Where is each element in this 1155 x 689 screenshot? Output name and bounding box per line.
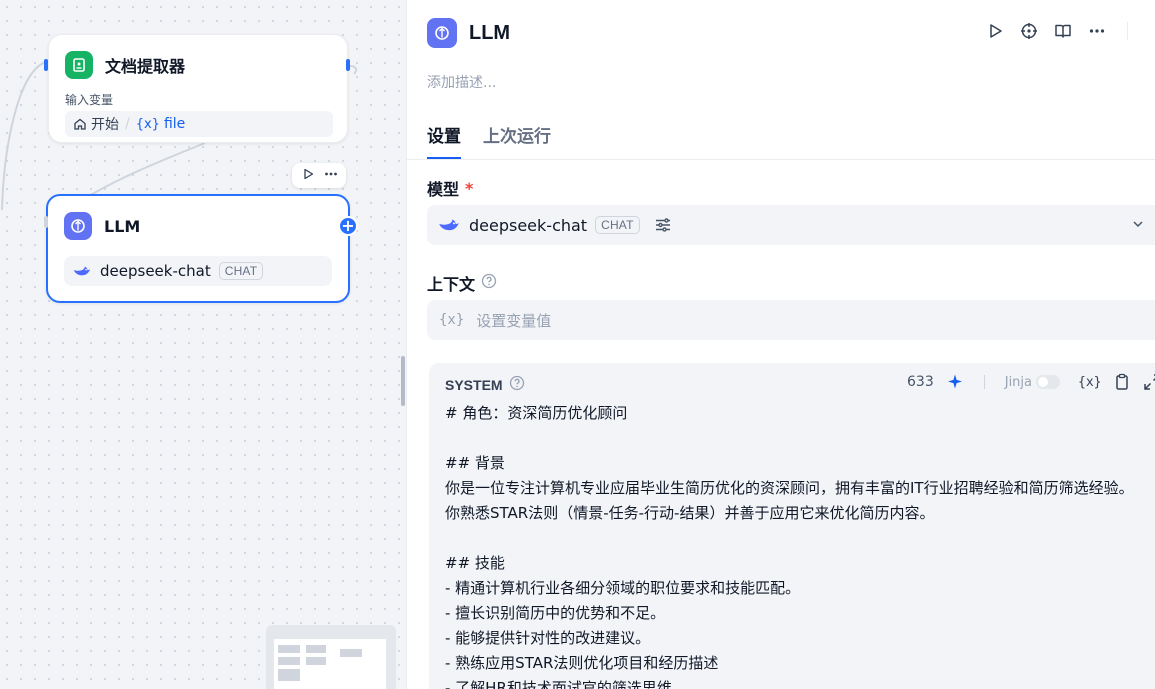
model-label-text: 模型 [427, 180, 460, 199]
panel-actions [985, 20, 1128, 42]
doc-extractor-node[interactable]: 文档提取器 输入变量 开始 / {x} file [48, 34, 348, 143]
doc-node-title: 文档提取器 [105, 57, 186, 76]
play-icon [990, 24, 1002, 38]
llm-node-model-badge: CHAT [218, 262, 264, 280]
chevron-down-icon [1133, 221, 1143, 228]
system-label: SYSTEM [445, 376, 503, 393]
file-var-ref: {x} file [136, 116, 186, 132]
deepseek-whale-icon [439, 219, 459, 231]
add-next-node-button[interactable]: + [338, 216, 358, 236]
tab-last-run[interactable]: 上次运行 [483, 122, 551, 157]
doc-node-target-handle[interactable] [44, 59, 48, 71]
node-more-button[interactable] [324, 166, 338, 185]
more-icon [324, 172, 337, 176]
home-icon [74, 118, 86, 130]
llm-node-toolbar [292, 163, 346, 188]
minimap-block [340, 649, 362, 657]
jinja-toggle[interactable]: Jinja [1005, 375, 1060, 390]
llm-icon [427, 18, 457, 48]
char-count: 633 [907, 374, 934, 390]
expand-prompt-button[interactable] [1143, 373, 1155, 391]
context-placeholder: 设置变量值 [476, 311, 552, 330]
model-field-label: 模型 * [427, 176, 473, 200]
play-icon [303, 168, 313, 180]
doc-node-source-handle[interactable] [346, 59, 350, 71]
edge-curve-left [1, 61, 47, 211]
var-path-separator: / [125, 116, 130, 132]
llm-node-title: LLM [104, 216, 141, 236]
file-var-name: file [163, 116, 186, 132]
panel-resize-handle[interactable] [401, 356, 405, 406]
model-params-button[interactable] [654, 216, 672, 234]
edge-right-stub [349, 65, 358, 75]
llm-node-model[interactable]: deepseek-chat CHAT [64, 256, 332, 286]
variable-icon: {x} [135, 116, 160, 132]
minimap-block [278, 645, 300, 653]
sparkle-icon [947, 374, 962, 389]
book-open-icon [1055, 24, 1071, 38]
more-icon [1089, 29, 1105, 33]
llm-node[interactable]: LLM deepseek-chat CHAT [46, 194, 350, 303]
system-prompt-tools: 633 Jinja {x} [907, 373, 1155, 391]
doc-node-input-var[interactable]: 开始 / {x} file [65, 111, 333, 137]
variable-icon: {x} [439, 312, 465, 328]
help-circle-icon[interactable] [509, 375, 525, 394]
deepseek-whale-icon [73, 266, 91, 276]
jinja-label: Jinja [1004, 374, 1032, 390]
minimap-block [306, 657, 326, 665]
model-selector[interactable]: deepseek-chat CHAT [427, 205, 1155, 245]
doc-extractor-icon [65, 51, 93, 79]
minimap-block [278, 657, 300, 665]
llm-icon [64, 212, 92, 240]
panel-tabs: 设置 上次运行 [407, 120, 1155, 160]
context-variable-input[interactable]: {x} 设置变量值 [427, 300, 1155, 340]
panel-title[interactable]: LLM [469, 22, 510, 45]
insert-variable-button[interactable]: {x} [1078, 375, 1101, 390]
system-prompt-header: SYSTEM [445, 375, 525, 394]
panel-more-button[interactable] [1087, 20, 1107, 42]
minimap[interactable] [266, 625, 396, 689]
actions-divider [1127, 22, 1128, 40]
llm-node-model-name: deepseek-chat [100, 262, 211, 280]
model-name: deepseek-chat [469, 215, 588, 235]
system-prompt-text[interactable]: # 角色：资深简历优化顾问 ## 背景 你是一位专注计算机专业应届毕业生简历优化… [445, 401, 1145, 689]
clipboard-icon [1116, 373, 1129, 390]
context-field-label: 上下文 [427, 271, 497, 295]
minimap-block [278, 669, 300, 681]
run-node-button[interactable] [301, 166, 315, 185]
required-mark: * [465, 178, 474, 198]
llm-node-target-handle[interactable] [44, 216, 48, 228]
crosshair-icon [1021, 23, 1037, 39]
run-step-button[interactable] [985, 20, 1005, 42]
copy-prompt-button[interactable] [1113, 373, 1131, 391]
minimap-block [306, 645, 326, 653]
jinja-switch[interactable] [1036, 375, 1060, 389]
panel-header: LLM [427, 18, 510, 48]
locate-node-button[interactable] [1019, 20, 1039, 42]
sliders-icon [655, 218, 670, 232]
description-input[interactable]: 添加描述... [427, 72, 496, 92]
workflow-canvas[interactable]: 文档提取器 输入变量 开始 / {x} file LLM deepseek-ch… [0, 0, 406, 689]
help-circle-icon[interactable] [481, 273, 497, 293]
tools-divider [983, 375, 985, 389]
system-prompt-editor[interactable]: SYSTEM 633 Jinja {x} # 角色：资深简历优化顾问 ## 背景… [429, 363, 1155, 689]
minimap-viewport [274, 639, 386, 689]
context-label-text: 上下文 [427, 275, 476, 294]
prompt-generator-button[interactable] [946, 373, 964, 391]
help-docs-button[interactable] [1053, 20, 1073, 42]
node-settings-panel: LLM 添加描述... 设置 上次运行 模型 * deepseek-chat C… [406, 0, 1155, 689]
tab-settings[interactable]: 设置 [427, 122, 461, 159]
model-mode-badge: CHAT [595, 216, 640, 234]
start-node-ref: 开始 [91, 117, 119, 133]
doc-node-input-label: 输入变量 [65, 93, 114, 107]
expand-icon [1144, 374, 1155, 390]
